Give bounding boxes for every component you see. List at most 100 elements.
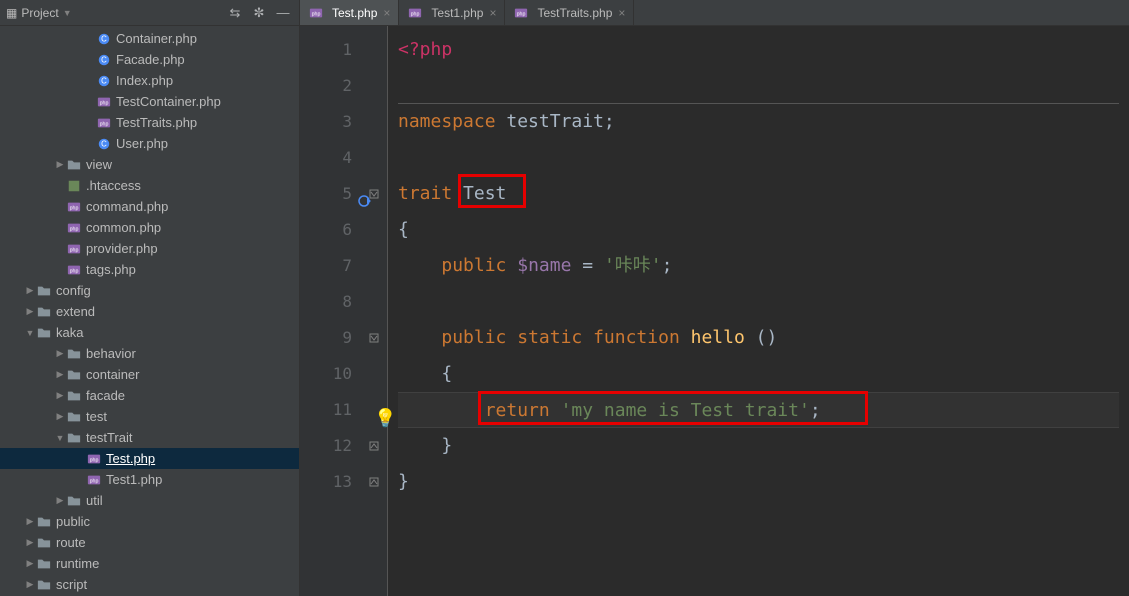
expand-arrow-icon[interactable]: ▼ <box>24 328 36 338</box>
tree-file[interactable]: .htaccess <box>0 175 299 196</box>
line-number: 7 <box>300 248 352 284</box>
hide-icon[interactable]: — <box>273 3 293 23</box>
keyword-public: public <box>441 255 506 276</box>
expand-arrow-icon[interactable]: ▶ <box>54 411 66 422</box>
tree-file[interactable]: CUser.php <box>0 133 299 154</box>
php-icon: php <box>96 115 112 131</box>
line-number: 6 <box>300 212 352 248</box>
collapse-icon[interactable]: ⇆ <box>225 3 245 23</box>
editor-tabs: phpTest.php×phpTest1.php×phpTestTraits.p… <box>300 0 1129 26</box>
php-icon: php <box>407 5 423 21</box>
tree-item-label: Index.php <box>116 73 173 88</box>
tree-item-label: public <box>56 514 90 529</box>
tree-file[interactable]: phpcommand.php <box>0 196 299 217</box>
editor-tab[interactable]: phpTest1.php× <box>399 0 505 25</box>
line-number: 11 <box>300 392 352 428</box>
tree-file[interactable]: phpTest.php <box>0 448 299 469</box>
svg-text:php: php <box>100 121 109 127</box>
php-icon: php <box>513 5 529 21</box>
tree-folder[interactable]: ▶config <box>0 280 299 301</box>
expand-arrow-icon[interactable]: ▶ <box>24 558 36 569</box>
code-line-5: trait Test <box>398 176 1119 212</box>
tree-file[interactable]: php Test1.php <box>0 469 299 490</box>
tree-folder[interactable]: ▶extend <box>0 301 299 322</box>
tree-item-label: route <box>56 535 86 550</box>
fold-marker <box>360 104 387 140</box>
override-icon[interactable] <box>358 186 374 222</box>
tree-folder[interactable]: ▶behavior <box>0 343 299 364</box>
php-icon: php <box>66 220 82 236</box>
tree-folder[interactable]: ▶container <box>0 364 299 385</box>
expand-arrow-icon[interactable]: ▶ <box>54 390 66 401</box>
folder-icon <box>36 304 52 320</box>
line-number: 8 <box>300 284 352 320</box>
expand-arrow-icon[interactable]: ▶ <box>24 306 36 317</box>
close-icon[interactable]: × <box>618 6 625 20</box>
tree-file[interactable]: CIndex.php <box>0 70 299 91</box>
tree-folder[interactable]: ▶script <box>0 574 299 595</box>
code-line-8 <box>398 284 1119 320</box>
htaccess-icon <box>66 178 82 194</box>
expand-arrow-icon[interactable]: ▶ <box>54 159 66 170</box>
tree-folder[interactable]: ▶facade <box>0 385 299 406</box>
expand-arrow-icon[interactable]: ▶ <box>54 495 66 506</box>
tree-file[interactable]: phpprovider.php <box>0 238 299 259</box>
line-number: 5 <box>300 176 352 212</box>
tree-folder[interactable]: ▶ util <box>0 490 299 511</box>
tree-folder[interactable]: ▶view <box>0 154 299 175</box>
brace-close: } <box>398 471 409 492</box>
tree-file[interactable]: phpcommon.php <box>0 217 299 238</box>
close-icon[interactable]: × <box>489 6 496 20</box>
tree-folder[interactable]: ▶ route <box>0 532 299 553</box>
chevron-down-icon: ▼ <box>63 8 72 18</box>
expand-arrow-icon[interactable]: ▶ <box>54 369 66 380</box>
gear-icon[interactable]: ✼ <box>249 3 269 23</box>
tree-folder[interactable]: ▼kaka <box>0 322 299 343</box>
expand-arrow-icon[interactable]: ▶ <box>24 285 36 296</box>
tree-file[interactable]: phptags.php <box>0 259 299 280</box>
code-area[interactable]: <?php namespace testTrait; trait Test { … <box>388 26 1129 596</box>
folder-icon <box>36 283 52 299</box>
folder-icon <box>36 514 52 530</box>
tree-item-label: Facade.php <box>116 52 185 67</box>
code-line-12: } <box>398 428 1119 464</box>
tree-item-label: User.php <box>116 136 168 151</box>
svg-text:php: php <box>70 247 79 253</box>
bulb-icon[interactable]: 💡 <box>374 401 396 437</box>
close-icon[interactable]: × <box>383 6 390 20</box>
tree-file[interactable]: CContainer.php <box>0 28 299 49</box>
tree-folder[interactable]: ▶test <box>0 406 299 427</box>
fold-marker[interactable] <box>360 320 387 356</box>
tree-file[interactable]: CFacade.php <box>0 49 299 70</box>
tree-folder[interactable]: ▶runtime <box>0 553 299 574</box>
line-number: 9 <box>300 320 352 356</box>
php-icon: php <box>86 451 102 467</box>
expand-arrow-icon[interactable]: ▼ <box>54 433 66 443</box>
expand-arrow-icon[interactable]: ▶ <box>54 348 66 359</box>
editor-tab[interactable]: phpTest.php× <box>300 0 399 25</box>
tree-item-label: util <box>86 493 103 508</box>
tree-item-label: Test1.php <box>106 472 162 487</box>
project-tree[interactable]: CContainer.phpCFacade.phpCIndex.phpphpTe… <box>0 26 299 596</box>
svg-text:php: php <box>90 478 99 484</box>
op-assign: = <box>571 255 604 276</box>
fold-marker[interactable] <box>360 464 387 500</box>
expand-arrow-icon[interactable]: ▶ <box>24 537 36 548</box>
line-number: 3 <box>300 104 352 140</box>
php-icon: php <box>66 241 82 257</box>
expand-arrow-icon[interactable]: ▶ <box>24 579 36 590</box>
line-number: 4 <box>300 140 352 176</box>
tree-folder[interactable]: ▼testTrait <box>0 427 299 448</box>
line-number: 13 <box>300 464 352 500</box>
sidebar-title[interactable]: ▦ Project ▼ <box>6 6 225 20</box>
editor-tab[interactable]: phpTestTraits.php× <box>505 0 634 25</box>
expand-arrow-icon[interactable]: ▶ <box>24 516 36 527</box>
tree-item-label: TestContainer.php <box>116 94 221 109</box>
tree-folder[interactable]: ▶ public <box>0 511 299 532</box>
code-line-6: { <box>398 212 1119 248</box>
fold-marker <box>360 356 387 392</box>
svg-text:php: php <box>90 457 99 463</box>
php-icon: php <box>86 472 102 488</box>
tree-file[interactable]: phpTestTraits.php <box>0 112 299 133</box>
tree-file[interactable]: phpTestContainer.php <box>0 91 299 112</box>
